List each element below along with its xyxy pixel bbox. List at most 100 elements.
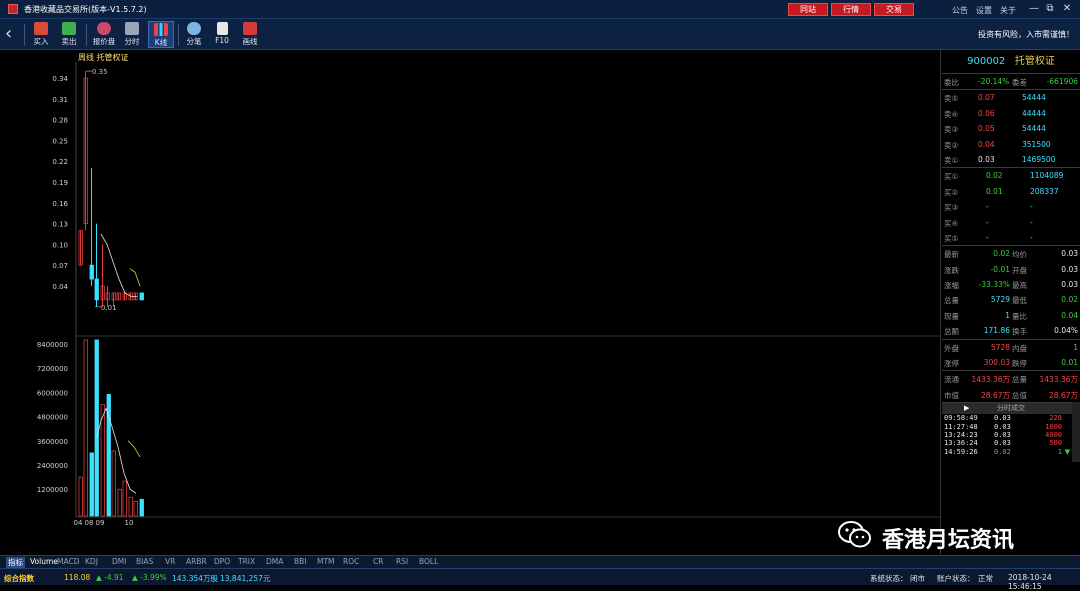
tab-指标[interactable]: 指标: [6, 557, 25, 568]
tab-dpo[interactable]: DPO: [214, 557, 230, 566]
stat-row: 流通 1433.36万 总量 1433.36万: [944, 375, 1078, 385]
account-status: 正常: [978, 574, 993, 583]
watermark-text: 香港月坛资讯: [882, 528, 1015, 553]
bid-volume: -: [1030, 217, 1033, 227]
tick-button[interactable]: 分笔: [181, 21, 207, 48]
quote-panel: 900002 托管权证 委比 -20.14% 委差 -661906 卖⑤ 0.07…: [942, 50, 1080, 555]
stat-value: 171.86: [983, 326, 1010, 336]
stat-value: 28.67万: [1049, 390, 1078, 400]
bid-price: 0.01: [986, 186, 1003, 196]
stat-value: 0.02: [993, 249, 1010, 259]
bid-row: 买⑤ - -: [944, 232, 1033, 243]
about-link[interactable]: 关于: [1000, 5, 1016, 16]
tick-scrollbar[interactable]: [1072, 402, 1080, 462]
tab-bias[interactable]: BIAS: [136, 557, 153, 566]
tab-volume[interactable]: Volume: [30, 557, 58, 566]
risk-notice: 投资有风险，入市需谨慎！: [978, 30, 1074, 39]
bid-row: 买④ - -: [944, 217, 1033, 228]
minimize-icon[interactable]: —: [1027, 3, 1041, 14]
price-tick-label: 0.04: [52, 283, 68, 291]
timeshare-button[interactable]: 分时: [119, 21, 145, 48]
tab-roc[interactable]: ROC: [343, 557, 359, 566]
stat-value: 1: [1073, 342, 1078, 352]
kline-button[interactable]: K线: [148, 21, 174, 48]
tab-cr[interactable]: CR: [373, 557, 383, 566]
bid-volume: -: [1030, 202, 1033, 212]
volume-bar: [78, 476, 83, 517]
title-bar: 香港收藏品交易所(版本-V1.5.7.2) 同站 行情 交易 公告 设置 关于 …: [0, 0, 1080, 19]
bid-volume: 208337: [1030, 186, 1059, 196]
bid-row: 买③ - -: [944, 202, 1033, 213]
volume-bar: [133, 500, 138, 517]
buy-button[interactable]: 买入: [28, 21, 54, 48]
restore-icon[interactable]: ⧉: [1043, 3, 1057, 14]
play-icon[interactable]: ▶: [964, 403, 969, 414]
ask-row: 卖① 0.03 1469500: [944, 154, 1056, 165]
stat-value: 0.03: [1061, 280, 1078, 290]
close-icon[interactable]: ✕: [1060, 3, 1074, 14]
kline-chart[interactable]: 0.34 0.31 0.28 0.25 0.22 0.19 0.16 0.13 0.10 0.07…: [0, 50, 941, 555]
price-tick-label: 0.34: [52, 75, 68, 83]
tab-boll[interactable]: BOLL: [419, 557, 438, 566]
stats-block-3: 流通 1433.36万 总量 1433.36万 市值 28.67万 总值 28.67万: [942, 371, 1080, 402]
stat-value: 0.04%: [1054, 326, 1078, 336]
tab-macd[interactable]: MACD: [57, 557, 79, 566]
tab-bbi[interactable]: BBI: [294, 557, 307, 566]
document-icon: [216, 22, 228, 35]
tab-arbr[interactable]: ARBR: [186, 557, 207, 566]
index-change: ▲ -4.91: [96, 573, 124, 582]
stats-block: 最新 0.02 均价 0.03 涨跌 -0.01 开盘 0.03 涨幅 -33.33% 最高 0.03…: [942, 246, 1080, 338]
stat-value: 0.03: [1061, 264, 1078, 274]
stat-row: 现量 1 量比 0.04: [944, 310, 1078, 321]
stat-row: 涨幅 -33.33% 最高 0.03: [944, 280, 1078, 291]
volume-bar: [100, 404, 105, 517]
stat-value: 300.03: [983, 358, 1010, 368]
bid-price: -: [986, 202, 989, 212]
chart-area[interactable]: 0.34 0.31 0.28 0.25 0.22 0.19 0.16 0.13 0.10 0.07…: [0, 50, 941, 555]
quote-board-button[interactable]: 报价盘: [91, 21, 117, 48]
volume-bar: [94, 339, 99, 517]
back-arrow-icon[interactable]: ‹: [5, 25, 19, 45]
volume-tick-label: 7200000: [37, 365, 68, 373]
announcement-link[interactable]: 公告: [952, 5, 968, 16]
tab-trix[interactable]: TRIX: [238, 557, 255, 566]
price-tick-label: 0.07: [52, 262, 68, 270]
top-button-market[interactable]: 行情: [831, 3, 871, 16]
stat-row: 涨跌 -0.01 开盘 0.03: [944, 264, 1078, 275]
volume-bar: [139, 498, 144, 517]
tab-mtm[interactable]: MTM: [317, 557, 335, 566]
top-button-trade[interactable]: 交易: [874, 3, 914, 16]
volume-bar: [122, 480, 127, 517]
ask-volume: 1469500: [1022, 154, 1056, 164]
ask-row: 卖⑤ 0.07 54444: [944, 93, 1046, 104]
bid-price: -: [986, 217, 989, 227]
tick-list[interactable]: 09:58:49 0.03 228 11:27:48 0.03 1000 13:24:23 0…: [942, 414, 1080, 456]
draw-line-button[interactable]: 画线: [237, 21, 263, 48]
bid-book: 买① 0.02 1104089 买② 0.01 208337 买③ - - 买④ - - 买⑤ - -: [942, 168, 1080, 245]
stock-code: 900002: [967, 56, 1006, 67]
volume-tick-label: 8400000: [37, 341, 68, 349]
price-tick-label: 0.10: [52, 241, 68, 249]
stat-row: 外盘 5728 内盘 1: [944, 342, 1078, 353]
tab-kdj[interactable]: KDJ: [85, 557, 98, 566]
ask-volume: 351500: [1022, 139, 1051, 149]
volume-ma-white: [96, 407, 137, 494]
tab-dma[interactable]: DMA: [266, 557, 283, 566]
volume-tick-label: 6000000: [37, 389, 68, 397]
top-button-tongzhan[interactable]: 同站: [788, 3, 828, 16]
sell-button[interactable]: 卖出: [56, 21, 82, 48]
tab-dmi[interactable]: DMI: [112, 557, 126, 566]
ask-price: 0.04: [978, 139, 995, 149]
settings-link[interactable]: 设置: [976, 5, 992, 16]
stat-row: 总额 171.86 换手 0.04%: [944, 326, 1078, 337]
f10-button[interactable]: F10: [209, 21, 235, 48]
ma-line-yellow: [129, 268, 141, 287]
x-tick-label: 04: [74, 519, 83, 527]
tab-vr[interactable]: VR: [165, 557, 175, 566]
volume-tick-label: 1200000: [37, 486, 68, 494]
ask-volume: 54444: [1022, 93, 1046, 103]
volume-bar: [117, 488, 122, 517]
system-status: 闭市: [910, 574, 925, 583]
tab-rsi[interactable]: RSI: [396, 557, 408, 566]
tick-row: 13:36:24 0.03 500: [944, 439, 1062, 448]
